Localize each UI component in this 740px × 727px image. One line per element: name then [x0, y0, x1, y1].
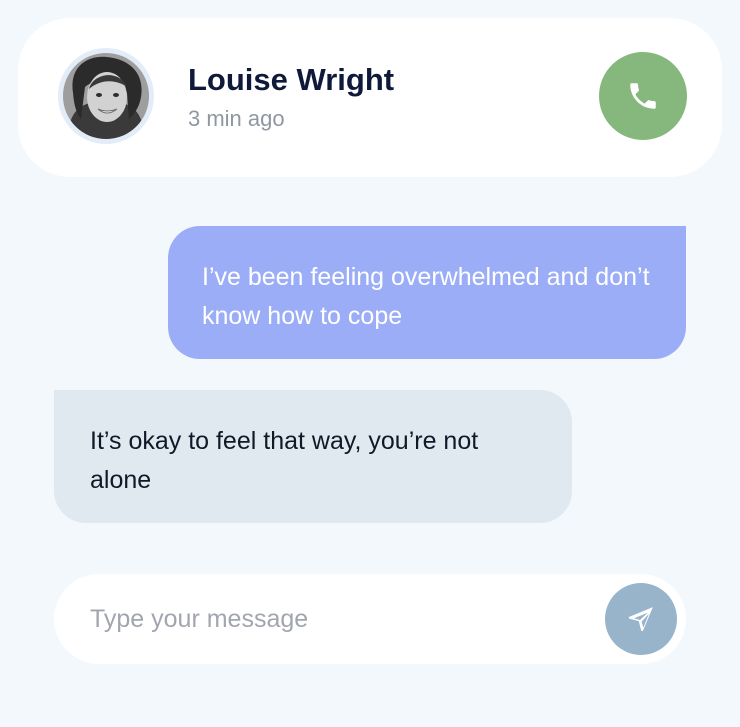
chat-header: Louise Wright 3 min ago — [18, 18, 722, 177]
send-button[interactable] — [605, 583, 677, 655]
message-input[interactable] — [90, 596, 590, 642]
avatar[interactable] — [58, 48, 154, 144]
message-bubble-incoming: It’s okay to feel that way, you’re not a… — [54, 390, 572, 523]
message-composer — [54, 574, 686, 664]
message-text: I’ve been feeling overwhelmed and don’t … — [202, 263, 650, 330]
message-bubble-outgoing: I’ve been feeling overwhelmed and don’t … — [168, 226, 686, 359]
user-avatar-photo — [63, 53, 149, 139]
contact-name: Louise Wright — [188, 62, 395, 97]
message-text: It’s okay to feel that way, you’re not a… — [90, 427, 479, 494]
call-button[interactable] — [599, 52, 687, 140]
send-icon — [628, 607, 653, 632]
phone-icon — [630, 83, 656, 109]
last-seen-status: 3 min ago — [188, 106, 285, 131]
